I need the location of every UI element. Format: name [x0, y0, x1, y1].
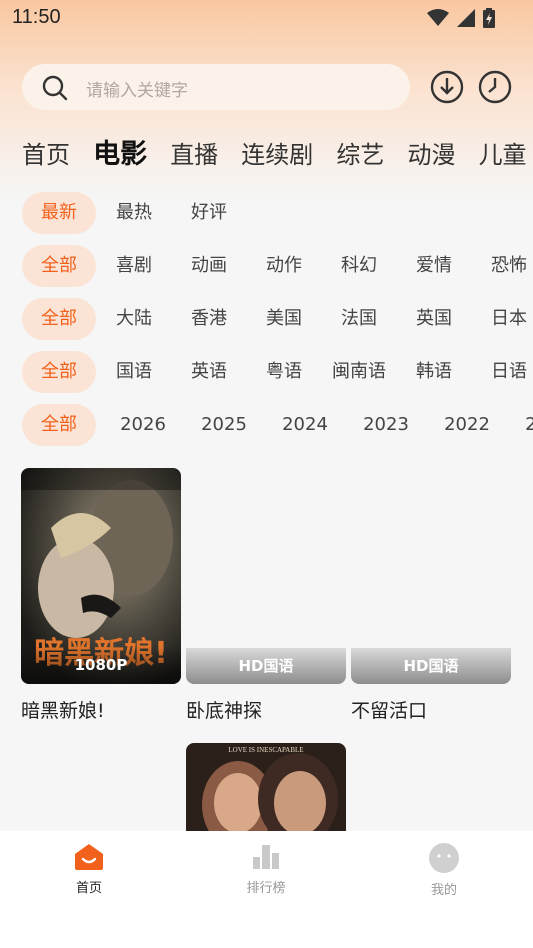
filter-chip[interactable]: 爱情: [397, 245, 471, 287]
poster-caption: LOVE IS INESCAPABLE: [228, 746, 304, 754]
profile-icon: [429, 843, 459, 873]
movie-title: 不留活口: [351, 700, 428, 722]
filter-chip[interactable]: 全部: [22, 298, 96, 340]
status-icons: [427, 8, 495, 28]
home-icon: [75, 844, 103, 870]
filter-chip[interactable]: 闽南语: [322, 351, 396, 393]
filter-chip[interactable]: 动画: [172, 245, 246, 287]
filter-chip[interactable]: 大陆: [97, 298, 171, 340]
nav-profile[interactable]: 我的: [384, 843, 504, 898]
filter-chip[interactable]: 动作: [247, 245, 321, 287]
region-filter-row: 全部 大陆 香港 美国 法国 英国 日本: [22, 298, 533, 342]
filter-chip[interactable]: 喜剧: [97, 245, 171, 287]
bottom-navigation: 首页 排行榜 我的: [0, 831, 533, 948]
filter-chip[interactable]: 法国: [322, 298, 396, 340]
nav-home[interactable]: 首页: [29, 843, 149, 896]
filter-chip[interactable]: 英国: [397, 298, 471, 340]
filter-chip[interactable]: 英语: [172, 351, 246, 393]
filter-chip[interactable]: 2025: [184, 404, 264, 446]
filter-chip[interactable]: 2021: [508, 404, 533, 446]
status-time: 11:50: [12, 6, 61, 28]
movie-title: 卧底神探: [186, 700, 263, 722]
movie-title: 暗黑新娘!: [21, 700, 105, 722]
tab-variety[interactable]: 综艺: [336, 135, 384, 170]
language-filter-row: 全部 国语 英语 粤语 闽南语 韩语 日语: [22, 351, 533, 395]
category-tabs: 首页 电影 直播 连续剧 综艺 动漫 儿童 短: [22, 132, 533, 172]
status-bar: 11:50: [0, 0, 533, 36]
search-placeholder: 请输入关键字: [86, 81, 188, 101]
search-input[interactable]: 请输入关键字: [22, 64, 410, 110]
filter-chip[interactable]: 2023: [346, 404, 426, 446]
genre-filter-row: 全部 喜剧 动画 动作 科幻 爱情 恐怖: [22, 245, 533, 289]
filter-chip[interactable]: 美国: [247, 298, 321, 340]
filter-chip[interactable]: 好评: [172, 192, 246, 234]
filter-chip[interactable]: 2024: [265, 404, 345, 446]
nav-ranking[interactable]: 排行榜: [206, 843, 326, 896]
nav-label: 排行榜: [246, 881, 286, 896]
ranking-icon: [253, 845, 279, 869]
quality-badge: HD国语: [186, 648, 346, 684]
filter-chip[interactable]: 恐怖: [472, 245, 533, 287]
search-icon: [42, 75, 68, 101]
battery-icon: [483, 8, 495, 28]
tab-kids[interactable]: 儿童: [479, 135, 527, 170]
tab-live[interactable]: 直播: [170, 135, 218, 170]
tab-anime[interactable]: 动漫: [407, 135, 455, 170]
tab-series[interactable]: 连续剧: [241, 135, 313, 170]
history-icon[interactable]: [478, 70, 512, 104]
signal-icon: [457, 9, 475, 27]
filter-chip[interactable]: 全部: [22, 404, 96, 446]
movie-poster: 暗黑新娘! 1080P: [21, 468, 181, 684]
filter-chip[interactable]: 国语: [97, 351, 171, 393]
filter-chip[interactable]: 最热: [97, 192, 171, 234]
quality-badge: 1080P: [21, 646, 181, 684]
quality-badge: HD国语: [351, 648, 511, 684]
tab-movies[interactable]: 电影: [93, 132, 147, 171]
filter-chip[interactable]: 最新: [22, 192, 96, 234]
nav-label: 首页: [75, 881, 102, 896]
sort-filter-row: 最新 最热 好评: [22, 192, 533, 236]
year-filter-row: 全部202620252024202320222021: [22, 404, 533, 448]
filter-chip[interactable]: 韩语: [397, 351, 471, 393]
filter-chip[interactable]: 粤语: [247, 351, 321, 393]
filter-chip[interactable]: 科幻: [322, 245, 396, 287]
movie-poster: LOVE IS INESCAPABLE: [186, 743, 346, 831]
download-icon[interactable]: [430, 70, 464, 104]
filter-chip[interactable]: 全部: [22, 245, 96, 287]
filter-chip[interactable]: 全部: [22, 351, 96, 393]
filter-chip[interactable]: 香港: [172, 298, 246, 340]
filter-chip[interactable]: 2022: [427, 404, 507, 446]
poster-art: [186, 743, 346, 831]
filter-chip[interactable]: 2026: [103, 404, 183, 446]
filter-chip[interactable]: 日本: [472, 298, 533, 340]
nav-label: 我的: [430, 883, 457, 898]
movie-card[interactable]: LOVE IS INESCAPABLE: [186, 743, 346, 831]
filter-chip[interactable]: 日语: [472, 351, 533, 393]
tab-home[interactable]: 首页: [22, 135, 70, 170]
wifi-icon: [427, 9, 449, 26]
